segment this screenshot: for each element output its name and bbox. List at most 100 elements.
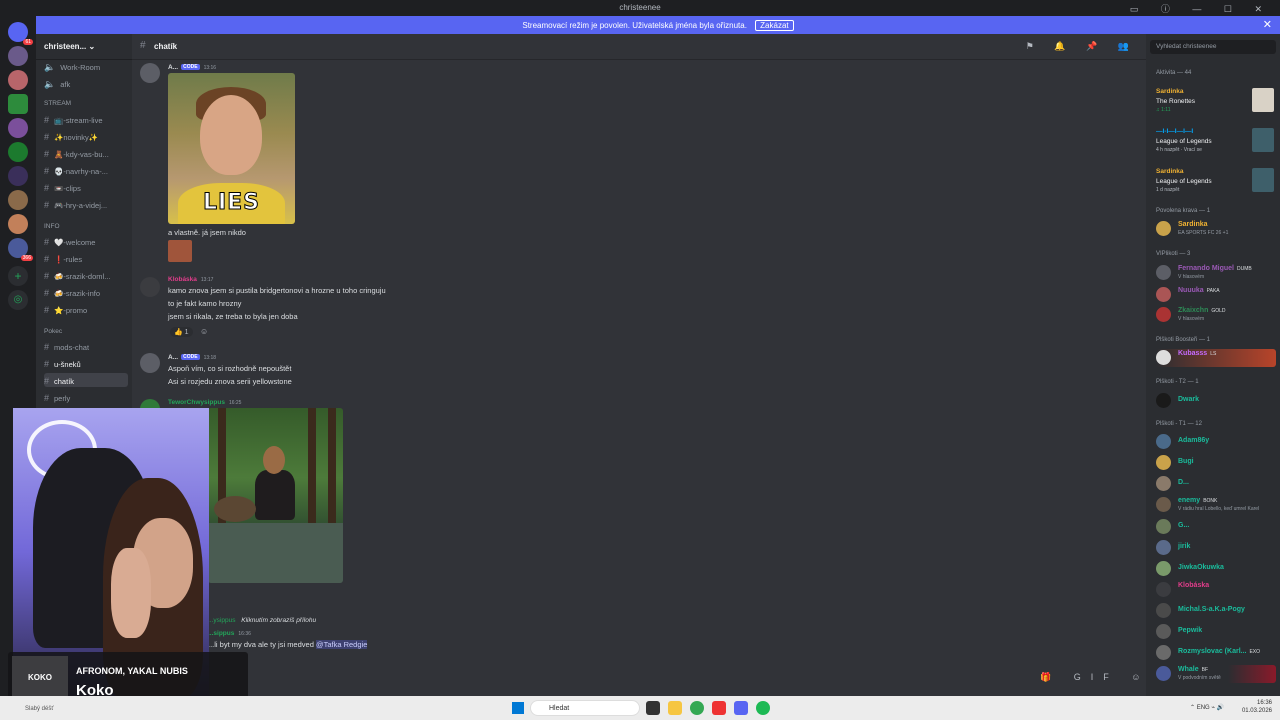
app-icon[interactable]	[712, 701, 726, 715]
window-controls[interactable]: ▭ ⓘ — ☐ ✕	[1130, 2, 1272, 15]
spotify-icon[interactable]	[756, 701, 770, 715]
message-author[interactable]: Klobáska 13:17	[168, 276, 213, 283]
member[interactable]: Whale BF V podvodním světě	[1156, 665, 1276, 683]
channel[interactable]: # 🤍-welcome	[44, 234, 128, 248]
streamer-mode-message: Streamovací režim je povolen. Uživatelsk…	[522, 21, 747, 30]
channel[interactable]: # mods-chat	[44, 339, 128, 353]
artist-name: AFRONOM, YAKAL NUBIS	[76, 666, 188, 676]
sticker-attachment[interactable]	[168, 240, 192, 262]
weather-widget[interactable]: Slabý déšť	[25, 706, 54, 712]
add-server-icon[interactable]: +	[8, 266, 28, 286]
member[interactable]: Klobáska	[1156, 581, 1276, 599]
message-author[interactable]: TeworChwysippus 16:25	[168, 399, 241, 406]
avatar[interactable]	[140, 353, 160, 373]
member[interactable]: JiwkaOkuwka	[1156, 560, 1276, 578]
message-text: a vlastně. já jsem nikdo	[168, 228, 246, 237]
channel[interactable]: # perly	[44, 390, 128, 404]
channel[interactable]: # 🧸-kdy-vas-bu...	[44, 146, 128, 160]
member[interactable]: Zkaixchn GOLD V hlasovém	[1156, 306, 1276, 324]
channel[interactable]: # ✨novinky✨	[44, 129, 128, 143]
activity-card[interactable]: —I-I—I—I—I League of Legends 4 h nazpět …	[1156, 126, 1276, 156]
server-icon[interactable]: 366	[8, 238, 33, 261]
explore-icon[interactable]: ◎	[8, 290, 28, 310]
avatar[interactable]	[140, 63, 160, 83]
taskbar: Slabý déšť Hledat ⌃ ENG ⌁ 🔊 16:36 01.03.2…	[0, 696, 1280, 720]
discord-icon[interactable]	[734, 701, 748, 715]
member[interactable]: Dwark	[1156, 392, 1276, 410]
add-reaction-icon[interactable]: ☺	[200, 327, 208, 336]
gif-caption: LIES	[202, 190, 261, 216]
server-icon[interactable]	[8, 70, 28, 90]
role-tag: CODE	[181, 354, 200, 361]
close-banner-icon[interactable]: ✕	[1263, 18, 1272, 31]
window-title: christeenee	[619, 3, 661, 12]
message-text: Asi si rozjedu znova serii yellowstone	[168, 377, 292, 386]
click-to-show-attachment[interactable]: Kliknutím zobrazíš přílohu	[241, 617, 316, 624]
member[interactable]: G...	[1156, 518, 1276, 536]
voice-icon: 🔈	[44, 62, 56, 72]
system-tray[interactable]: ⌃ ENG ⌁ 🔊	[1190, 704, 1224, 711]
message-author[interactable]: A... CODE 13:16	[168, 64, 216, 71]
user-mention[interactable]: @Tafka Redgie	[315, 640, 368, 649]
member[interactable]: jirik	[1156, 539, 1276, 557]
member[interactable]: Michal.S-a.K.a-Pogy	[1156, 602, 1276, 620]
message-text: to je fakt kamo hrozny	[168, 299, 242, 308]
channel-active[interactable]: # chatík	[44, 373, 128, 387]
channel[interactable]: # ⭐-promo	[44, 302, 128, 316]
image-attachment[interactable]	[208, 408, 343, 583]
message-author[interactable]: ...sippus 16:36	[208, 630, 251, 637]
message-author[interactable]: ...ysippus	[208, 617, 235, 624]
category-pokec[interactable]: Pokec	[44, 328, 62, 335]
home-server-icon[interactable]: 61	[8, 22, 33, 45]
channel-work-room[interactable]: 🔈 Work-Room	[44, 59, 128, 73]
disable-streamer-mode-button[interactable]: Zakázat	[755, 20, 794, 31]
channel[interactable]: # 🍻-srazik-doml...	[44, 268, 128, 282]
member[interactable]: Kubasss LS	[1156, 349, 1276, 367]
avatar[interactable]	[140, 277, 160, 297]
role-group-header: Povolena krava — 1	[1156, 208, 1211, 214]
channel-afk[interactable]: 🔈 afk	[44, 76, 128, 90]
activity-card[interactable]: Sardinka League of Legends 1 d nazpět	[1156, 166, 1276, 196]
member[interactable]: Sardinka EA SPORTS FC 26 +1	[1156, 220, 1276, 238]
file-explorer-icon[interactable]	[668, 701, 682, 715]
server-icon[interactable]	[8, 46, 28, 66]
server-icon[interactable]	[8, 142, 28, 162]
server-icon[interactable]	[8, 190, 28, 210]
member[interactable]: Adam86y	[1156, 433, 1276, 451]
start-button[interactable]	[512, 702, 524, 714]
member[interactable]: Bugi	[1156, 454, 1276, 472]
channel[interactable]: # 📼-clips	[44, 180, 128, 194]
channel[interactable]: # 📺-stream-live	[44, 112, 128, 126]
server-header[interactable]: christeen... ⌄	[36, 34, 132, 60]
taskbar-search[interactable]: Hledat	[530, 700, 640, 716]
role-group-header: VIPlikoti — 3	[1156, 251, 1191, 257]
channel[interactable]: # 💀-navrhy-na-...	[44, 163, 128, 177]
member[interactable]: Nuuuka PAKA	[1156, 286, 1276, 304]
chrome-icon[interactable]	[690, 701, 704, 715]
channel[interactable]: # 🍻-srazik-info	[44, 285, 128, 299]
server-icon[interactable]	[8, 214, 28, 234]
member[interactable]: Fernando Miguel DUMB V hlasovém	[1156, 264, 1276, 282]
channel[interactable]: # ❗-rules	[44, 251, 128, 265]
server-icon[interactable]	[8, 166, 28, 186]
server-icon[interactable]	[8, 118, 28, 138]
role-group-header: Plškoti - T1 — 12	[1156, 421, 1202, 427]
clock[interactable]: 16:36 01.03.2026	[1242, 699, 1272, 715]
search-input[interactable]: Vyhledat christeenee	[1150, 40, 1276, 54]
server-icon[interactable]	[8, 94, 28, 114]
gif-attachment[interactable]: LIES	[168, 73, 295, 224]
member[interactable]: Pepwik	[1156, 623, 1276, 641]
member[interactable]: enemy BONK V rádiu hral Lobello, keď umrel…	[1156, 496, 1276, 514]
member[interactable]: D...	[1156, 475, 1276, 493]
header-toolbar-icons[interactable]: ⚑ 🔔 📌 👥	[1026, 41, 1138, 52]
role-group-header: Plškoti - T2 — 1	[1156, 379, 1199, 385]
activity-card[interactable]: Sardinka The Ronettes ♫ 1:11	[1156, 86, 1276, 116]
message-author[interactable]: A... CODE 13:18	[168, 354, 216, 361]
channel[interactable]: # u-šneků	[44, 356, 128, 370]
reaction[interactable]: 👍 1	[170, 327, 193, 337]
channel[interactable]: # 🎮-hry-a-videj...	[44, 197, 128, 211]
task-view-icon[interactable]	[646, 701, 660, 715]
category-info[interactable]: INFO	[44, 223, 60, 230]
category-stream[interactable]: STREAM	[44, 100, 71, 107]
member[interactable]: Rozmyslovac (Karl... EXO	[1156, 644, 1276, 662]
